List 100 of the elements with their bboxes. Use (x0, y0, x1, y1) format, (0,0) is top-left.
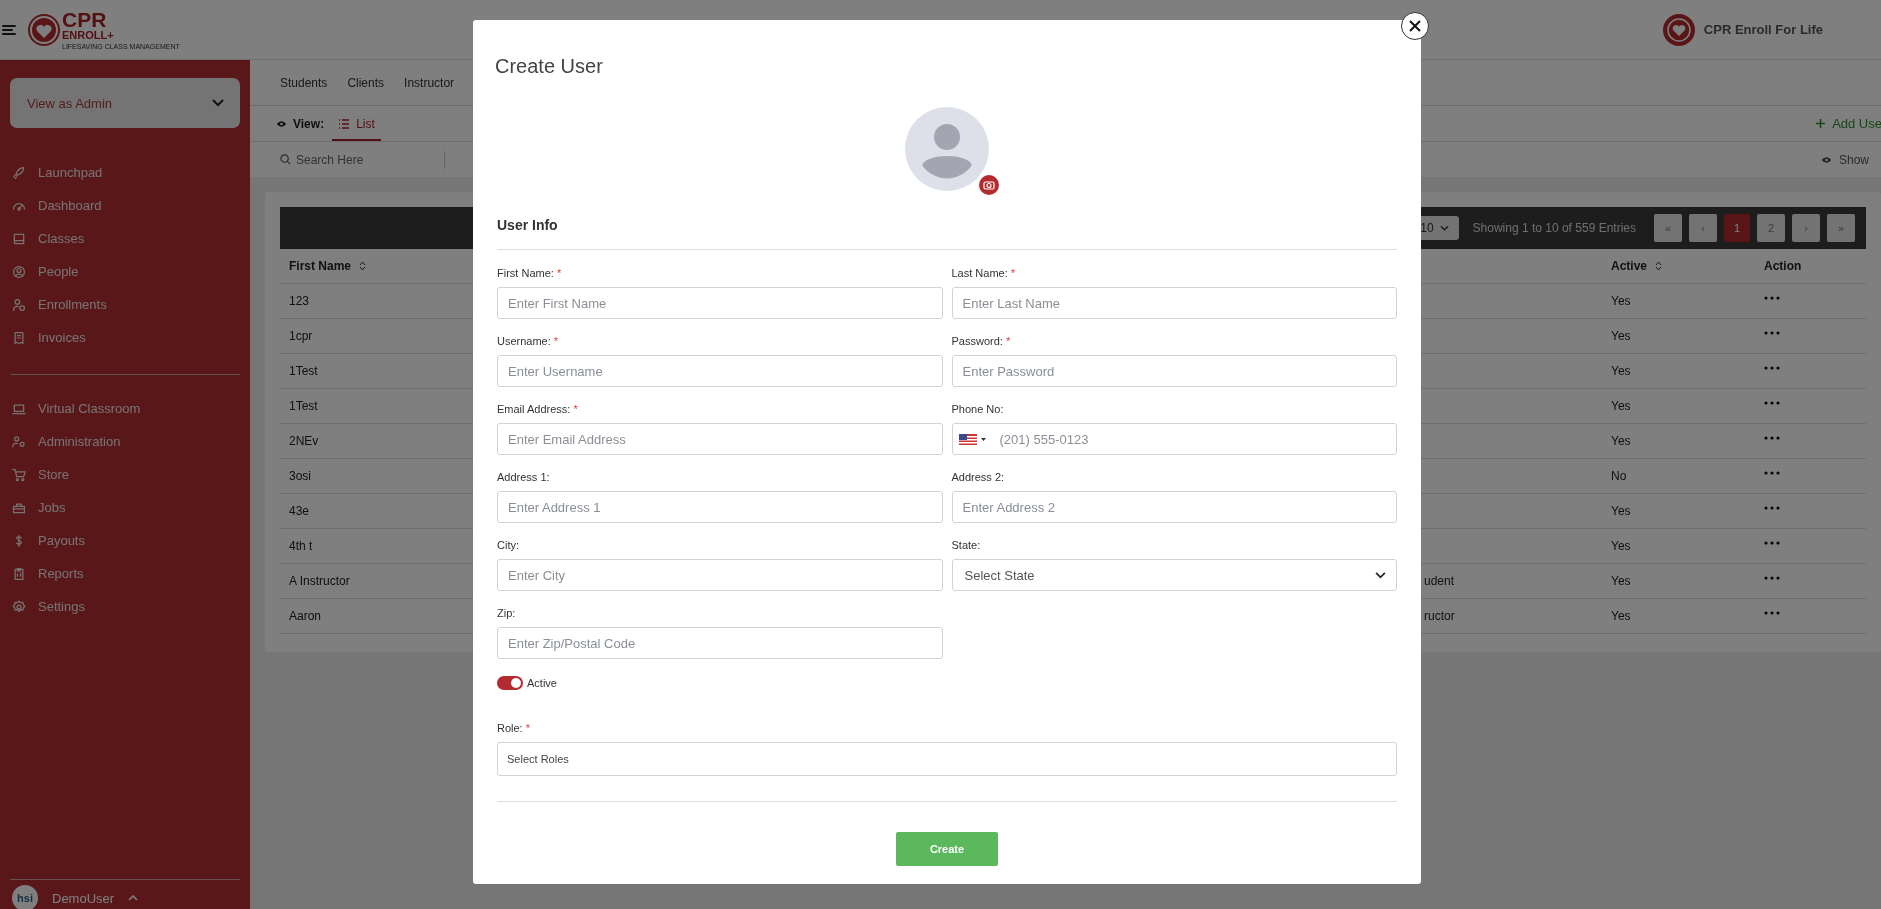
field-label: Address 1: (497, 470, 551, 485)
more-icon[interactable] (1764, 541, 1780, 545)
seal-icon (1661, 12, 1696, 47)
nav-item[interactable]: Administration (10, 425, 240, 458)
user-avatar: hsi (12, 885, 38, 909)
gear-icon (12, 599, 26, 614)
nav-item[interactable]: Dashboard (10, 189, 240, 222)
field-label: Email Address: * (497, 402, 579, 417)
eye-icon (1820, 155, 1832, 164)
nav-item[interactable]: Classes (10, 222, 240, 255)
roles-select[interactable]: Select Roles (497, 742, 1397, 776)
tab[interactable]: Instructor (404, 59, 455, 106)
tab[interactable]: Clients (347, 59, 385, 106)
page-button[interactable]: ‹ (1689, 214, 1717, 242)
field-label: Role: * (497, 721, 532, 736)
text-field[interactable]: Enter Last Name (951, 287, 1397, 319)
plus-icon (1815, 118, 1827, 129)
nav-item[interactable]: Payouts (10, 524, 240, 557)
logo-title: CPR (62, 9, 108, 30)
nav-item[interactable]: Reports (10, 557, 240, 590)
user-badge-icon (12, 297, 26, 312)
state-select[interactable]: Select State (951, 559, 1397, 591)
chevron-up-icon (128, 895, 139, 901)
text-field[interactable]: Enter Zip/Postal Code (497, 627, 943, 659)
page-button[interactable]: » (1827, 214, 1855, 242)
table-cell: Yes (1602, 284, 1755, 319)
more-icon[interactable] (1764, 576, 1780, 580)
field-label: City: (497, 538, 520, 553)
user-name: DemoUser (52, 890, 115, 906)
more-icon[interactable] (1764, 471, 1780, 475)
briefcase-icon (12, 500, 26, 515)
menu-icon (2, 23, 16, 36)
more-icon[interactable] (1764, 506, 1780, 510)
table-cell: Yes (1602, 389, 1755, 424)
more-icon[interactable] (1764, 611, 1780, 615)
modal-title: Create User (495, 54, 604, 78)
field-label: Phone No: (951, 402, 1005, 417)
search-icon (280, 154, 291, 165)
text-field[interactable]: Enter Address 2 (951, 491, 1397, 523)
dropdown-value: View as Admin (27, 95, 113, 111)
heart-seal-icon (28, 13, 60, 46)
field-label: Zip: (497, 606, 517, 621)
chevron-down-icon (1439, 225, 1449, 231)
chevron-down-icon (1375, 571, 1386, 579)
field-label: First Name: * (497, 266, 563, 281)
nav-item[interactable]: Invoices (10, 321, 240, 354)
phone-field[interactable]: (201) 555-0123 (951, 423, 1397, 455)
more-icon[interactable] (1764, 436, 1780, 440)
users-gear-icon (12, 434, 26, 449)
nav-item[interactable]: Jobs (10, 491, 240, 524)
close-icon (1409, 20, 1421, 32)
text-field[interactable]: Enter Username (497, 355, 943, 387)
toggle-label: Active (527, 677, 557, 689)
field-label: State: (951, 538, 982, 553)
text-field[interactable]: Enter Address 1 (497, 491, 943, 523)
more-icon[interactable] (1764, 366, 1780, 370)
clipboard-icon (12, 566, 26, 581)
view-label: View: (293, 116, 325, 131)
text-field[interactable]: Enter Password (951, 355, 1397, 387)
page-button[interactable]: 1 (1724, 214, 1750, 242)
role-dropdown[interactable]: View as Admin (10, 78, 240, 128)
camera-icon[interactable] (979, 175, 999, 195)
show-button[interactable]: Show (1820, 152, 1869, 167)
text-field[interactable]: Enter Email Address (497, 423, 943, 455)
cart-icon (12, 467, 26, 482)
table-cell: Yes (1602, 319, 1755, 354)
tab[interactable]: Students (280, 59, 328, 106)
section-heading: User Info (497, 216, 559, 234)
toggle-switch[interactable] (497, 676, 523, 690)
nav-item[interactable]: Launchpad (10, 156, 240, 189)
nav-item[interactable]: Settings (10, 590, 240, 623)
create-button[interactable]: Create (896, 832, 998, 866)
nav-item[interactable]: People (10, 255, 240, 288)
nav-item[interactable]: Store (10, 458, 240, 491)
add-user-button[interactable]: Add Use (1815, 106, 1881, 141)
eye-icon (276, 119, 287, 128)
entries-summary: Showing 1 to 10 of 559 Entries (1472, 221, 1636, 235)
field-label: Address 2: (951, 470, 1006, 485)
nav-item[interactable]: Virtual Classroom (10, 392, 240, 425)
more-icon[interactable] (1764, 331, 1780, 335)
page-button[interactable]: › (1792, 214, 1820, 242)
page-button[interactable]: « (1654, 214, 1682, 242)
chevron-down-icon (212, 99, 224, 107)
user-circle-icon (12, 264, 26, 279)
table-cell: Yes (1602, 529, 1755, 564)
receipt-icon (12, 330, 26, 345)
table-cell: Yes (1602, 424, 1755, 459)
more-icon[interactable] (1764, 296, 1780, 300)
logo-subtitle: ENROLL+ (62, 30, 115, 41)
search-field[interactable]: Search Here (296, 152, 426, 167)
field-label: Password: * (951, 334, 1012, 349)
more-icon[interactable] (1764, 401, 1780, 405)
view-tab[interactable]: List (332, 106, 381, 141)
text-field[interactable]: Enter First Name (497, 287, 943, 319)
field-label: Last Name: * (951, 266, 1017, 281)
column-header[interactable]: Active (1602, 249, 1755, 284)
field-label: Username: * (497, 334, 560, 349)
avatar-placeholder-icon (905, 107, 989, 191)
nav-item[interactable]: Enrollments (10, 288, 240, 321)
text-field[interactable]: Enter City (497, 559, 943, 591)
